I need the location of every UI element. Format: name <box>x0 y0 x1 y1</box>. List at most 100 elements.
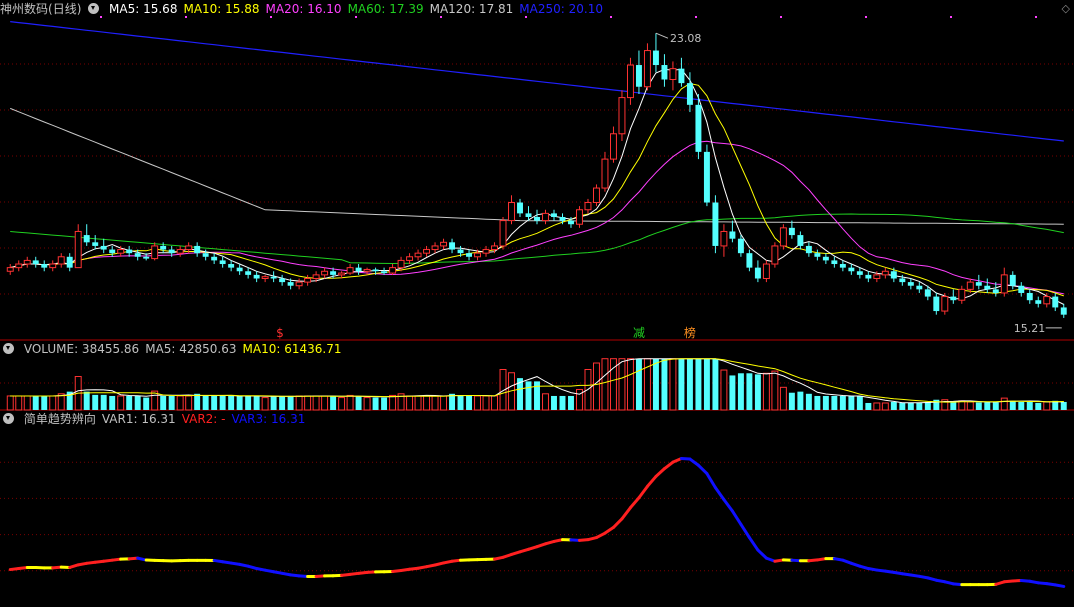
ma120-line <box>10 107 1064 225</box>
stock-name: 神州数码(日线) <box>0 2 82 16</box>
candle-body <box>261 276 269 279</box>
volume-bar <box>338 397 346 411</box>
volume-bar <box>695 358 702 410</box>
candle-body <box>32 260 39 265</box>
candle-body <box>372 269 379 272</box>
indicator-legend: 简单趋势辨向 VAR1: 16.31 VAR2: - VAR3: 16.31 <box>0 410 311 428</box>
indicator-legend-item: VAR2: - <box>181 412 226 426</box>
candle-body <box>635 65 642 87</box>
volume-bar <box>194 393 201 410</box>
ma-values: MA5: 15.68 MA10: 15.88 MA20: 16.10 MA60: 17… <box>109 2 609 16</box>
volume-bar <box>601 358 609 411</box>
candle-body <box>551 213 557 217</box>
volume-bar <box>83 391 90 410</box>
candle-body <box>202 253 209 257</box>
volume-bar <box>592 362 600 411</box>
indicator-values: 简单趋势辨向 VAR1: 16.31 VAR2: - VAR3: 16.31 <box>24 412 312 426</box>
candle-body <box>916 285 923 290</box>
trend-segment <box>739 522 751 540</box>
candle-body <box>143 256 150 259</box>
trend-segment <box>756 548 768 560</box>
volume-bar <box>41 395 48 410</box>
candle-body <box>389 267 397 274</box>
diamond-icon[interactable]: ◇ <box>1062 2 1070 15</box>
volume-bar <box>890 401 897 410</box>
candle-body <box>330 271 337 275</box>
volume-bar <box>703 358 710 410</box>
price-legend-item: MA20: 16.10 <box>265 2 342 16</box>
chevron-down-icon[interactable] <box>88 3 100 14</box>
candle-body <box>831 260 838 265</box>
candle-body <box>321 270 329 276</box>
chevron-down-icon[interactable] <box>3 413 14 424</box>
volume-bar <box>304 395 312 411</box>
volume-bar <box>822 395 829 410</box>
candle-body <box>1009 274 1016 286</box>
indicator-legend-item: VAR1: 16.31 <box>101 412 176 426</box>
price-legend: 神州数码(日线) MA5: 15.68 MA10: 15.88 MA20: 16.1… <box>0 0 609 18</box>
volume-bar <box>992 402 999 410</box>
candle-body <box>270 276 277 279</box>
ma5-line <box>10 68 1065 305</box>
candle-body <box>1018 285 1025 293</box>
ma10-line <box>10 82 1064 297</box>
volume-bar <box>899 402 906 410</box>
volume-bar <box>686 358 693 410</box>
volume-bar <box>916 402 923 410</box>
trend-segment <box>611 517 624 529</box>
candle-body <box>542 212 549 222</box>
volume-bar <box>848 395 855 410</box>
candle-body <box>466 253 473 257</box>
volume-bar <box>474 395 482 411</box>
candle-body <box>15 263 23 269</box>
trend-segment <box>1053 583 1066 588</box>
volume-bar <box>669 358 677 411</box>
candle-body <box>355 267 362 272</box>
trend-segment <box>645 474 658 488</box>
candle-body <box>168 249 175 254</box>
volume-bar <box>551 395 557 410</box>
candle-body <box>363 268 371 272</box>
volume-bar <box>312 395 320 411</box>
volume-bar <box>720 369 728 411</box>
event-marker: 减 <box>633 326 645 340</box>
trend-segment <box>620 506 632 521</box>
candle-body <box>754 267 761 279</box>
candle-body <box>185 245 193 251</box>
candle-body <box>126 249 133 254</box>
volume-bar <box>1060 401 1067 410</box>
candle-body <box>771 245 779 265</box>
volume-bar <box>568 395 574 410</box>
candle-body <box>66 256 73 268</box>
indicator-legend-item: 简单趋势辨向 <box>23 412 96 426</box>
candle-body <box>92 242 99 246</box>
event-marker: 榜 <box>684 325 696 340</box>
event-marker: $ <box>276 326 284 340</box>
low-label: 15.21 <box>1014 322 1045 335</box>
volume-bar <box>466 395 473 410</box>
candle-body <box>762 263 770 279</box>
candle-body <box>814 253 821 257</box>
candle-body <box>397 259 405 269</box>
volume-bar <box>661 358 668 410</box>
volume-bar <box>253 395 260 410</box>
trend-segment <box>730 509 743 526</box>
top-dot-marker <box>610 16 612 18</box>
volume-bar <box>559 395 566 410</box>
candle-body <box>6 267 14 272</box>
candle-body <box>703 151 710 203</box>
candle-body <box>253 274 260 279</box>
candle-body <box>907 282 914 286</box>
candle-body <box>457 249 464 254</box>
candle-body <box>950 296 957 301</box>
stock-chart[interactable]: 23.0815.21$减榜财 <box>0 0 1074 607</box>
volume-bar <box>984 402 991 410</box>
candle-body <box>576 209 583 225</box>
price-legend-item: MA120: 17.81 <box>429 2 514 16</box>
chevron-down-icon[interactable] <box>3 343 14 354</box>
volume-bar <box>92 394 99 410</box>
volume-bar <box>491 395 498 411</box>
volume-bar <box>814 395 821 410</box>
candle-body <box>618 97 626 135</box>
volume-bar <box>729 375 736 410</box>
